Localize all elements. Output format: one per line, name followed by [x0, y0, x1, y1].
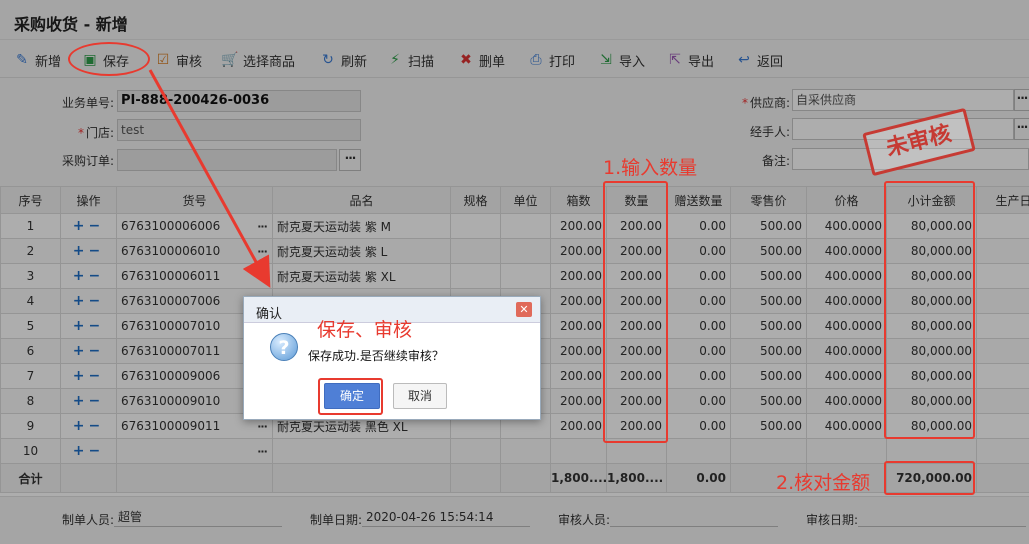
- close-icon[interactable]: ✕: [516, 302, 532, 317]
- confirm-cancel-button[interactable]: 取消: [393, 383, 447, 409]
- dialog-title: 确认: [256, 307, 283, 322]
- annotation-arrow: [148, 69, 271, 288]
- annotation-subtotal-box: [884, 181, 975, 439]
- question-icon: ?: [270, 333, 298, 361]
- dialog-message: 保存成功.是否继续审核？: [308, 349, 444, 363]
- annotation-total-box: [884, 461, 975, 495]
- annotation-ok-box: [318, 378, 383, 415]
- annotation-qty-box: [603, 181, 668, 443]
- annotation-step1: 1.输入数量: [603, 157, 698, 179]
- annotation-save-audit: 保存、审核: [317, 319, 413, 341]
- annotation-step2: 2.核对金额: [776, 472, 871, 494]
